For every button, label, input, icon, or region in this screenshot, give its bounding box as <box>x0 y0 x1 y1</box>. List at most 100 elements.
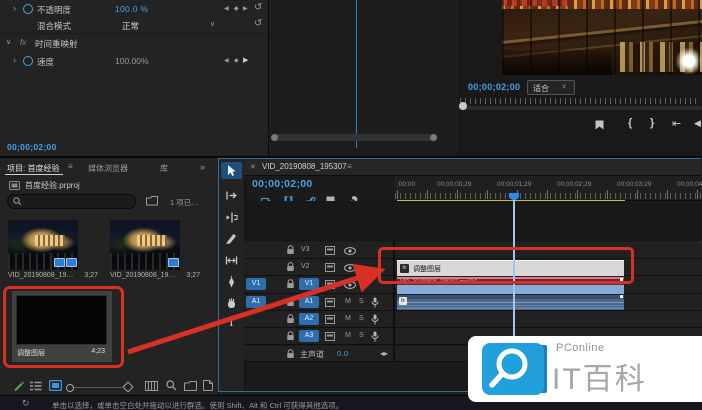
kf-next-icon[interactable]: ▶ <box>243 5 248 12</box>
effect-controls-timeline[interactable] <box>268 0 458 156</box>
source-patch-v1[interactable]: V1 <box>246 278 266 290</box>
voiceover-mic-icon[interactable] <box>371 314 379 325</box>
sync-lock-icon[interactable] <box>325 315 335 324</box>
effect-playhead[interactable] <box>356 0 357 148</box>
project-file-name[interactable]: 首度经验.prproj <box>25 180 80 191</box>
lock-icon[interactable] <box>286 314 295 324</box>
chevron-right-icon[interactable]: › <box>13 3 16 13</box>
horizontal-scrollbar[interactable] <box>272 134 436 141</box>
solo-button[interactable]: S <box>359 298 364 305</box>
lock-icon[interactable] <box>286 297 295 307</box>
mark-in-icon[interactable]: { <box>628 117 632 129</box>
search-input[interactable] <box>7 194 136 209</box>
pen-tool[interactable] <box>225 276 238 289</box>
list-view-icon[interactable] <box>30 381 42 391</box>
reset-icon[interactable]: ↺ <box>254 2 262 13</box>
goto-in-icon[interactable]: ⇤ <box>672 117 681 130</box>
speed-value[interactable]: 100.00% <box>115 56 149 66</box>
mark-out-icon[interactable]: } <box>650 117 654 129</box>
sync-lock-icon[interactable] <box>325 332 335 341</box>
track-select-forward-tool[interactable] <box>225 189 238 202</box>
new-bin-icon[interactable] <box>184 381 197 391</box>
track-output-eye-icon[interactable] <box>344 281 356 289</box>
lock-icon[interactable] <box>286 279 295 289</box>
kf-prev-icon[interactable]: ◀ <box>224 5 229 12</box>
mute-button[interactable]: M <box>345 332 351 339</box>
project-item-label[interactable]: VID_20190808_1953... 3;27 <box>110 272 200 282</box>
stopwatch-icon[interactable] <box>23 4 33 14</box>
track-name-badge[interactable]: A1 <box>299 296 319 308</box>
solo-button[interactable]: S <box>359 315 364 322</box>
tab-project[interactable]: 项目: 首度经验 <box>7 163 59 174</box>
scrollbar-handle-right[interactable] <box>430 134 437 141</box>
panel-menu-icon[interactable]: ≡ <box>68 162 73 171</box>
razor-tool[interactable] <box>225 232 238 245</box>
zoom-slider-knob[interactable] <box>66 384 74 392</box>
stopwatch-icon[interactable] <box>23 56 33 66</box>
clip-handle[interactable] <box>620 295 623 298</box>
new-item-icon[interactable] <box>203 380 213 391</box>
find-icon[interactable] <box>166 380 177 391</box>
opacity-value[interactable]: 100.0 % <box>115 4 148 14</box>
scrollbar-handle-left[interactable] <box>271 134 278 141</box>
kf-add-icon[interactable]: ◆ <box>234 57 239 64</box>
sync-lock-icon[interactable] <box>325 246 335 255</box>
voiceover-mic-icon[interactable] <box>371 297 379 308</box>
step-back-icon[interactable]: ◀ <box>694 118 701 129</box>
automate-sequence-icon[interactable] <box>145 381 158 391</box>
master-level-value[interactable]: 0.0 <box>337 349 348 358</box>
project-item-label[interactable]: VID_20190808_1953... 3;27 <box>8 272 98 282</box>
voiceover-mic-icon[interactable] <box>371 331 379 342</box>
track-name-badge[interactable]: V1 <box>299 278 319 290</box>
kf-prev-icon[interactable]: ◀ <box>224 57 229 64</box>
sequence-tab-title[interactable]: VID_20190808_195307 <box>262 162 347 171</box>
tab-libraries[interactable]: 库 <box>160 163 168 174</box>
sync-lock-icon[interactable] <box>325 263 335 272</box>
lock-icon[interactable] <box>286 331 295 341</box>
reset-icon[interactable]: ↺ <box>254 18 262 29</box>
track-name[interactable]: V2 <box>301 263 310 270</box>
sync-lock-icon[interactable] <box>325 298 335 307</box>
mute-button[interactable]: M <box>345 315 351 322</box>
ripple-edit-tool[interactable] <box>225 211 238 224</box>
timeline-timecode[interactable]: 00;00;02;00 <box>252 178 313 190</box>
project-item-thumbnail[interactable] <box>8 220 78 270</box>
kf-next-icon[interactable]: ▶ <box>243 56 248 64</box>
hand-tool[interactable] <box>225 297 238 310</box>
track-output-eye-icon[interactable] <box>344 247 356 255</box>
track-name-badge[interactable]: A3 <box>299 330 319 342</box>
zoom-slider-track[interactable] <box>74 387 122 388</box>
slip-tool[interactable] <box>225 254 238 267</box>
chevron-down-icon[interactable]: ∨ <box>6 38 11 46</box>
lock-icon[interactable] <box>286 245 295 255</box>
track-name[interactable]: V3 <box>301 246 310 253</box>
program-playhead-knob[interactable] <box>459 102 467 110</box>
lock-icon[interactable] <box>286 349 295 359</box>
audio-clip[interactable]: fx <box>397 295 624 310</box>
sync-lock-icon[interactable] <box>325 280 335 289</box>
program-ruler[interactable] <box>460 98 700 104</box>
icon-view-icon[interactable] <box>49 380 62 391</box>
chevron-right-icon[interactable]: › <box>13 55 16 65</box>
bin-filter-icon[interactable] <box>146 196 158 206</box>
kf-add-icon[interactable]: ◆ <box>234 5 239 12</box>
solo-button[interactable]: S <box>359 332 364 339</box>
type-tool[interactable]: T <box>228 317 235 329</box>
tab-media-browser[interactable]: 媒体浏览器 <box>88 163 128 174</box>
close-tab-icon[interactable]: ✕ <box>250 163 256 171</box>
fit-track-icon[interactable]: ◂▸ <box>380 349 388 358</box>
track-name-badge[interactable]: A2 <box>299 313 319 325</box>
panel-menu-icon[interactable]: ≡ <box>347 162 352 171</box>
lock-icon[interactable] <box>286 262 295 272</box>
source-patch-a1[interactable]: A1 <box>246 296 266 308</box>
mute-button[interactable]: M <box>345 298 351 305</box>
selection-tool[interactable] <box>225 164 238 177</box>
project-item-thumbnail[interactable] <box>110 220 180 270</box>
program-scrollbar[interactable] <box>458 106 702 110</box>
zoom-slider-end[interactable] <box>122 381 133 392</box>
chevron-down-icon[interactable]: ∨ <box>210 20 215 28</box>
blend-mode-value[interactable]: 正常 <box>122 20 139 32</box>
add-marker-icon[interactable] <box>595 120 604 130</box>
tab-overflow-icon[interactable]: » <box>200 162 205 172</box>
track-output-eye-icon[interactable] <box>344 264 356 272</box>
